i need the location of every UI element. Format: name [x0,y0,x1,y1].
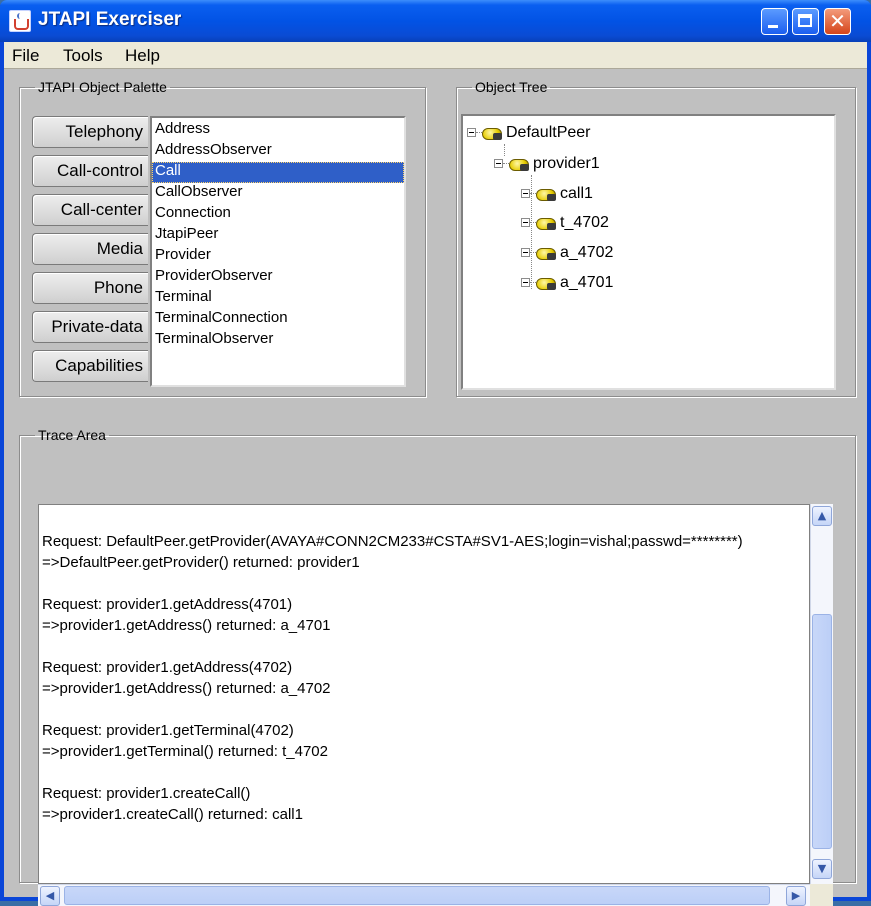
tab-private-data[interactable]: Private-data [32,311,148,343]
tab-capabilities[interactable]: Capabilities [32,350,148,382]
object-node-icon [535,275,557,291]
object-node-icon [481,125,503,141]
object-type-list[interactable]: Address AddressObserver Call CallObserve… [150,116,406,387]
maximize-button[interactable] [792,8,819,35]
list-item-connection[interactable]: Connection [152,204,404,225]
object-node-icon [508,156,530,172]
scroll-right-button[interactable]: ▶ [786,886,806,906]
minimize-icon [768,25,778,28]
tab-call-control[interactable]: Call-control [32,155,148,187]
close-button[interactable]: ✕ [824,8,851,35]
trace-line: =>provider1.getTerminal() returned: t_47… [42,743,328,760]
trace-line: =>provider1.createCall() returned: call1 [42,806,303,823]
object-node-icon [535,245,557,261]
scroll-left-button[interactable]: ◀ [40,886,60,906]
tree-node-a-4702[interactable]: a_4702 [521,244,721,264]
menu-help[interactable]: Help [125,46,160,66]
object-tree[interactable]: DefaultPeer provider1 call1 t_4702 a_470… [461,114,836,390]
trace-text-area[interactable]: Request: DefaultPeer.getProvider(AVAYA#C… [38,504,810,884]
collapse-toggle-icon[interactable] [467,128,476,137]
list-item-addressobserver[interactable]: AddressObserver [152,141,404,162]
scroll-up-button[interactable]: ▲ [812,506,832,526]
object-node-icon [535,215,557,231]
horizontal-scroll-thumb[interactable] [64,886,770,905]
list-item-jtapipeer[interactable]: JtapiPeer [152,225,404,246]
collapse-toggle-icon[interactable] [521,278,530,287]
java-cup-icon [9,10,31,32]
trace-line: =>provider1.getAddress() returned: a_470… [42,617,331,634]
title-bar[interactable]: JTAPI Exerciser ✕ [0,0,871,42]
client-area: File Tools Help JTAPI Object Palette Tel… [4,42,867,906]
list-item-callobserver[interactable]: CallObserver [152,183,404,204]
tab-media[interactable]: Media [32,233,148,265]
scrollbar-corner [810,884,833,906]
trace-line: =>provider1.getAddress() returned: a_470… [42,680,331,697]
object-node-icon [535,186,557,202]
tab-phone[interactable]: Phone [32,272,148,304]
collapse-toggle-icon[interactable] [521,218,530,227]
menu-file[interactable]: File [12,46,39,66]
tree-node-call1[interactable]: call1 [521,185,721,205]
list-item-terminal[interactable]: Terminal [152,288,404,309]
list-item-provider[interactable]: Provider [152,246,404,267]
tree-node-label: t_4702 [560,214,609,231]
list-item-terminalconnection[interactable]: TerminalConnection [152,309,404,330]
list-item-terminalobserver[interactable]: TerminalObserver [152,330,404,351]
list-item-providerobserver[interactable]: ProviderObserver [152,267,404,288]
horizontal-scrollbar[interactable]: ◀ ▶ [38,884,810,906]
scroll-down-button[interactable]: ▼ [812,859,832,879]
object-palette-legend: JTAPI Object Palette [38,79,167,95]
tree-node-label: provider1 [533,155,600,172]
menu-tools[interactable]: Tools [63,46,103,66]
trace-line: =>DefaultPeer.getProvider() returned: pr… [42,554,360,571]
minimize-button[interactable] [761,8,788,35]
tree-node-a-4701[interactable]: a_4701 [521,274,721,294]
trace-line: Request: provider1.getAddress(4701) [42,596,293,613]
tree-node-t-4702[interactable]: t_4702 [521,214,721,234]
trace-area-legend: Trace Area [38,427,106,443]
window-title: JTAPI Exerciser [38,9,182,30]
collapse-toggle-icon[interactable] [521,248,530,257]
trace-line: Request: provider1.getAddress(4702) [42,659,293,676]
collapse-toggle-icon[interactable] [521,189,530,198]
maximize-icon [798,14,812,27]
tab-telephony[interactable]: Telephony [32,116,148,148]
list-item-address[interactable]: Address [152,120,404,141]
tree-node-defaultpeer[interactable]: DefaultPeer [467,124,667,144]
tree-node-label: a_4702 [560,244,614,261]
collapse-toggle-icon[interactable] [494,159,503,168]
menu-bar: File Tools Help [4,42,867,69]
vertical-scrollbar[interactable]: ▲ ▼ [810,504,833,884]
tree-node-label: DefaultPeer [506,124,591,141]
trace-line: Request: provider1.createCall() [42,785,251,802]
tree-node-label: a_4701 [560,274,614,291]
trace-line: Request: provider1.getTerminal(4702) [42,722,294,739]
list-item-call-selected[interactable]: Call [152,162,404,183]
object-tree-legend: Object Tree [475,79,548,95]
trace-line: Request: DefaultPeer.getProvider(AVAYA#C… [42,533,743,550]
vertical-scroll-thumb[interactable] [812,614,832,849]
close-icon: ✕ [829,9,846,33]
application-window: JTAPI Exerciser ✕ File Tools Help JTAPI … [0,0,871,906]
tab-call-center[interactable]: Call-center [32,194,148,226]
tree-node-provider1[interactable]: provider1 [494,155,694,175]
tree-node-label: call1 [560,185,593,202]
